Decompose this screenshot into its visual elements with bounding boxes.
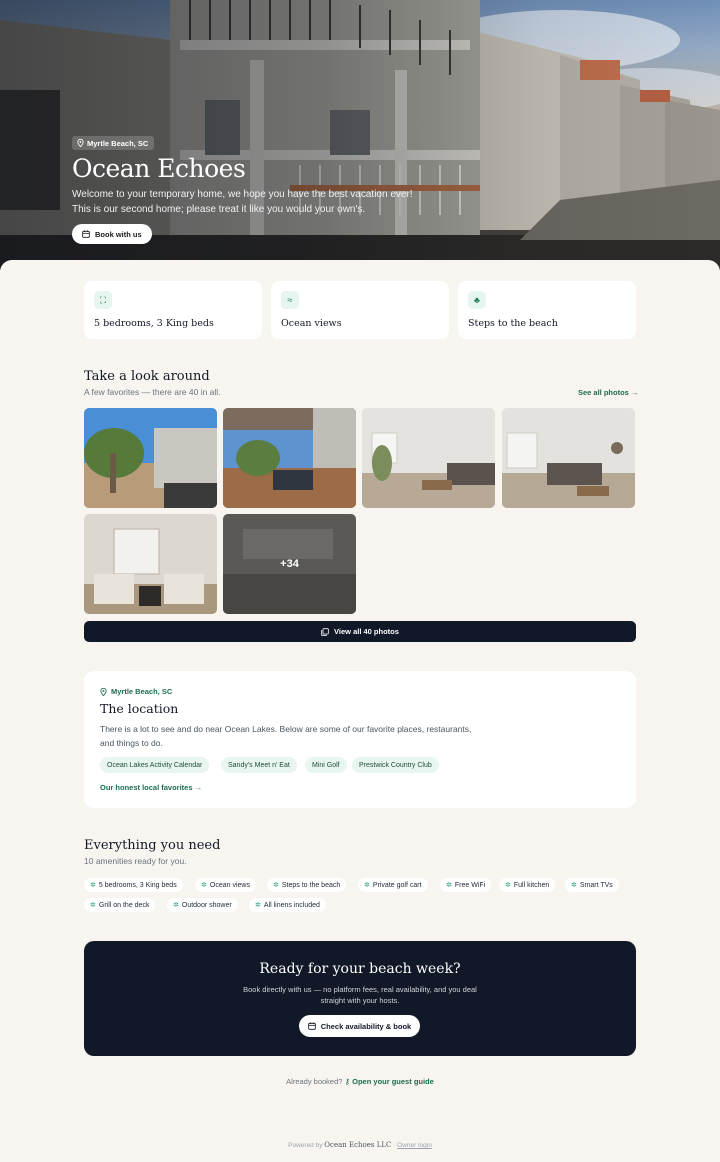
amenity-tag: ✲ Smart TVs: [565, 878, 619, 892]
palm-tree-icon: ♣: [468, 291, 486, 309]
guest-guide-label: Open your guest guide: [352, 1077, 434, 1086]
calendar-icon: [82, 230, 90, 238]
amenity-tag: ✲ Steps to the beach: [267, 878, 347, 892]
amenity-label: Steps to the beach: [281, 881, 341, 889]
hero-subtitle-line: Welcome to your temporary home, we hope …: [72, 189, 413, 200]
hero-banner: Myrtle Beach, SC Ocean Echoes Welcome to…: [0, 0, 720, 270]
amenity-label: Smart TVs: [579, 881, 613, 889]
location-title: The location: [100, 701, 179, 716]
sparkle-icon: ✲: [273, 882, 279, 889]
see-all-photos-link[interactable]: See all photos →: [578, 388, 638, 397]
amenity-label: Full kitchen: [513, 881, 550, 889]
gallery-photo-more[interactable]: +34: [223, 514, 356, 614]
amenity-tag: ✲ Full kitchen: [499, 878, 556, 892]
bed-icon: ⛶: [94, 291, 112, 309]
cta-title: Ready for your beach week?: [259, 961, 461, 977]
key-icon: ⚷: [344, 1077, 351, 1086]
feature-card-ocean-views: ≈ Ocean views: [271, 281, 449, 339]
photo-deck-palm: [84, 408, 217, 508]
gallery-photo[interactable]: [502, 408, 635, 508]
feature-label: 5 bedrooms, 3 King beds: [94, 318, 214, 329]
book-with-us-label: Book with us: [95, 229, 142, 239]
gallery-photo[interactable]: [362, 408, 495, 508]
book-with-us-button[interactable]: Book with us: [72, 224, 152, 244]
local-favorites-link[interactable]: Our honest local favorites →: [100, 783, 202, 792]
photo-living-room-2: [502, 408, 635, 508]
location-card: Myrtle Beach, SC The location There is a…: [84, 671, 636, 808]
photo-porch-dining: [223, 408, 356, 508]
sparkle-icon: ✲: [173, 902, 179, 909]
location-chip[interactable]: Mini Golf: [305, 757, 347, 773]
gallery-title: Take a look around: [84, 369, 210, 384]
amenity-tag: ✲ Private golf cart: [358, 878, 428, 892]
view-all-photos-button[interactable]: View all 40 photos: [84, 621, 636, 642]
location-description: There is a lot to see and do near Ocean …: [100, 724, 472, 748]
amenity-tag: ✲ Free WiFi: [440, 878, 492, 892]
hero-subtitle: Welcome to your temporary home, we hope …: [72, 187, 432, 217]
sparkle-icon: ✲: [446, 882, 452, 889]
check-availability-label: Check availability & book: [320, 1021, 412, 1031]
cta-text: Book directly with us — no platform fees…: [243, 985, 477, 1005]
footer: Powered by Ocean Echoes LLC · Owner logi…: [0, 1141, 720, 1149]
amenity-label: Grill on the deck: [98, 901, 150, 909]
gallery-icon: [321, 627, 329, 636]
amenity-tag: ✲ Outdoor shower: [167, 898, 238, 912]
amenity-label: 5 bedrooms, 3 King beds: [98, 881, 177, 889]
location-kicker-label: Myrtle Beach, SC: [111, 687, 173, 696]
amenity-label: Free WiFi: [454, 881, 486, 889]
photo-living-room: [362, 408, 495, 508]
guest-guide-link[interactable]: ⚷ Open your guest guide: [345, 1077, 434, 1086]
powered-by-text: Powered by: [288, 1142, 323, 1149]
already-booked-text: Already booked?: [286, 1077, 343, 1086]
check-availability-button[interactable]: Check availability & book: [299, 1015, 420, 1037]
amenities-subtitle: 10 amenities ready for you.: [84, 856, 187, 866]
amenity-tag: ✲ 5 bedrooms, 3 King beds: [84, 878, 183, 892]
map-pin-icon: [100, 687, 107, 696]
sparkle-icon: ✲: [90, 902, 96, 909]
footer-brand: Ocean Echoes LLC: [324, 1141, 392, 1149]
location-chip[interactable]: Prestwick Country Club: [352, 757, 439, 773]
map-pin-icon: [77, 139, 84, 147]
sparkle-icon: ✲: [90, 882, 96, 889]
location-chip[interactable]: Sandy's Meet n' Eat: [221, 757, 297, 773]
footer-separator: ·: [393, 1142, 396, 1149]
photo-sitting-area: [84, 514, 217, 614]
amenity-label: Ocean views: [209, 881, 250, 889]
feature-label: Ocean views: [281, 318, 342, 329]
sparkle-icon: ✲: [364, 882, 370, 889]
sparkle-icon: ✲: [201, 882, 207, 889]
amenity-label: All linens included: [263, 901, 320, 909]
amenity-tag: ✲ All linens included: [249, 898, 326, 912]
calendar-icon: [307, 1022, 316, 1030]
feature-card-bedrooms: ⛶ 5 bedrooms, 3 King beds: [84, 281, 262, 339]
location-badge: Myrtle Beach, SC: [72, 136, 155, 150]
amenity-tag: ✲ Grill on the deck: [84, 898, 156, 912]
more-photos-count: +34: [223, 514, 356, 614]
page-title: Ocean Echoes: [72, 154, 246, 183]
amenity-label: Outdoor shower: [181, 901, 232, 909]
guest-guide-row: Already booked? ⚷ Open your guest guide: [0, 1077, 720, 1086]
amenity-tag: ✲ Ocean views: [195, 878, 256, 892]
amenities-title: Everything you need: [84, 838, 221, 853]
waves-icon: ≈: [281, 291, 299, 309]
location-chip[interactable]: Ocean Lakes Activity Calendar: [100, 757, 210, 773]
sparkle-icon: ✲: [505, 882, 511, 889]
feature-card-beach: ♣ Steps to the beach: [458, 281, 636, 339]
feature-label: Steps to the beach: [468, 318, 558, 329]
gallery-photo[interactable]: [223, 408, 356, 508]
view-all-photos-label: View all 40 photos: [334, 627, 399, 636]
owner-login-link[interactable]: Owner login: [397, 1142, 432, 1149]
location-kicker: Myrtle Beach, SC: [100, 687, 172, 696]
sparkle-icon: ✲: [571, 882, 577, 889]
hero-subtitle-line: This is our second home; please treat it…: [72, 204, 366, 215]
location-badge-label: Myrtle Beach, SC: [87, 138, 149, 148]
sparkle-icon: ✲: [255, 902, 261, 909]
gallery-photo[interactable]: [84, 514, 217, 614]
gallery-subtitle: A few favorites — there are 40 in all.: [84, 387, 221, 397]
gallery-photo[interactable]: [84, 408, 217, 508]
booking-cta: Ready for your beach week? Book directly…: [84, 941, 636, 1056]
amenity-label: Private golf cart: [372, 881, 422, 889]
